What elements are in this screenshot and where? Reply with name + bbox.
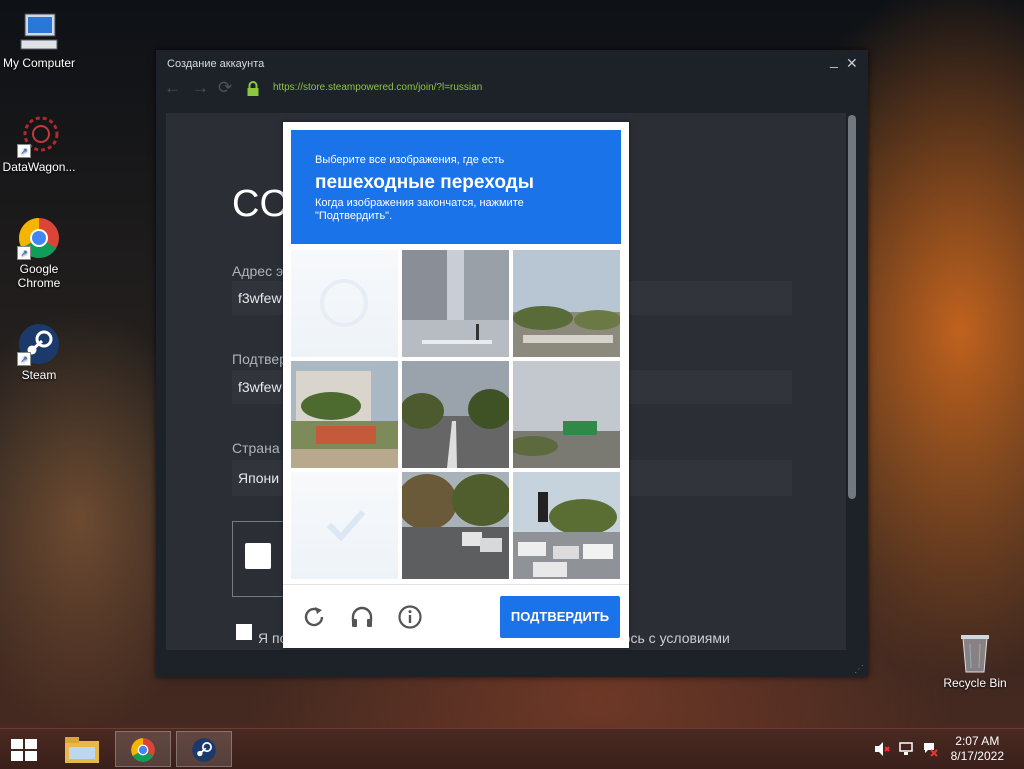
resize-grip-icon[interactable]: ⋰ [854,664,864,675]
captcha-tile[interactable] [513,250,620,357]
recaptcha-checkbox[interactable] [245,543,271,569]
shortcut-arrow-icon: ↗ [17,352,31,366]
action-center-icon[interactable] [922,741,938,757]
email-label: Адрес э [232,263,284,279]
taskbar-file-explorer[interactable] [54,731,110,767]
url-text[interactable]: https://store.steampowered.com/join/?l=r… [273,82,482,93]
captcha-tile[interactable] [291,250,398,357]
desktop-icon-steam[interactable]: ↗ Steam [1,322,77,382]
windows-icon [11,739,37,761]
verify-button[interactable]: ПОДТВЕРДИТЬ [500,596,620,638]
captcha-header: Выберите все изображения, где есть пешех… [291,130,621,244]
volume-muted-icon[interactable] [874,741,890,757]
confirm-email-label: Подтвер [232,351,287,367]
terms-text-end: юсь с условиями [620,630,730,646]
captcha-tile[interactable] [291,472,398,579]
page-title: СО [232,183,291,225]
captcha-tile[interactable] [402,472,509,579]
back-icon[interactable]: ← [164,78,181,98]
taskbar: 2:07 AM 8/17/2022 [0,728,1024,769]
captcha-tile[interactable] [402,361,509,468]
clock-date: 8/17/2022 [950,749,1004,763]
taskbar-steam[interactable] [176,731,232,767]
desktop-icon-my-computer[interactable]: My Computer [1,10,77,70]
window-title: Создание аккаунта [167,58,265,70]
steam-icon [192,738,216,762]
shortcut-arrow-icon: ↗ [17,246,31,260]
captcha-target: пешеходные переходы [315,172,534,193]
recycle-bin-icon [953,630,997,674]
country-label: Страна [232,440,280,456]
shortcut-arrow-icon: ↗ [17,144,31,158]
chrome-icon: ↗ [17,216,61,260]
desktop-icon-label: DataWagon... [2,160,76,174]
reload-icon[interactable] [301,604,327,630]
desktop-icon-label: Google Chrome [17,262,61,290]
desktop-icon-label: My Computer [2,56,76,70]
desktop-icon-datawagon[interactable]: ↗ DataWagon... [1,114,77,174]
system-clock[interactable]: 2:07 AM 8/17/2022 [951,734,1004,764]
info-icon[interactable] [397,604,423,630]
captcha-divider [283,584,629,585]
steam-icon: ↗ [17,322,61,366]
terms-checkbox[interactable] [236,624,252,640]
minimize-button[interactable]: _ [830,52,838,68]
forward-icon[interactable]: → [192,78,209,98]
reload-icon[interactable]: ⟳ [218,78,232,98]
desktop-icon-recycle-bin[interactable]: Recycle Bin [937,630,1013,690]
scrollbar[interactable] [846,113,858,650]
captcha-tile[interactable] [291,361,398,468]
taskbar-chrome[interactable] [115,731,171,767]
computer-icon [17,10,61,54]
start-button[interactable] [0,731,50,767]
close-button[interactable]: ✕ [846,55,858,72]
folder-icon [65,737,99,763]
desktop-icon-chrome[interactable]: ↗ Google Chrome [1,216,77,290]
datawagon-icon: ↗ [17,114,61,158]
headphones-icon[interactable] [349,604,375,630]
lock-icon [247,81,259,96]
captcha-tile[interactable] [402,250,509,357]
network-icon[interactable] [898,741,914,757]
url-bar: ← → ⟳ https://store.steampowered.com/joi… [156,78,868,98]
captcha-instruction: Выберите все изображения, где есть [315,154,505,166]
clock-time: 2:07 AM [955,734,1000,748]
desktop-icon-label: Recycle Bin [943,676,1007,690]
chrome-icon [131,738,155,762]
captcha-challenge: Выберите все изображения, где есть пешех… [283,122,629,648]
scrollbar-thumb[interactable] [848,115,856,499]
captcha-tile[interactable] [513,361,620,468]
captcha-hint: Когда изображения закончатся, нажмите "П… [315,197,524,222]
captcha-tile[interactable] [513,472,620,579]
desktop-icon-label: Steam [21,368,57,382]
